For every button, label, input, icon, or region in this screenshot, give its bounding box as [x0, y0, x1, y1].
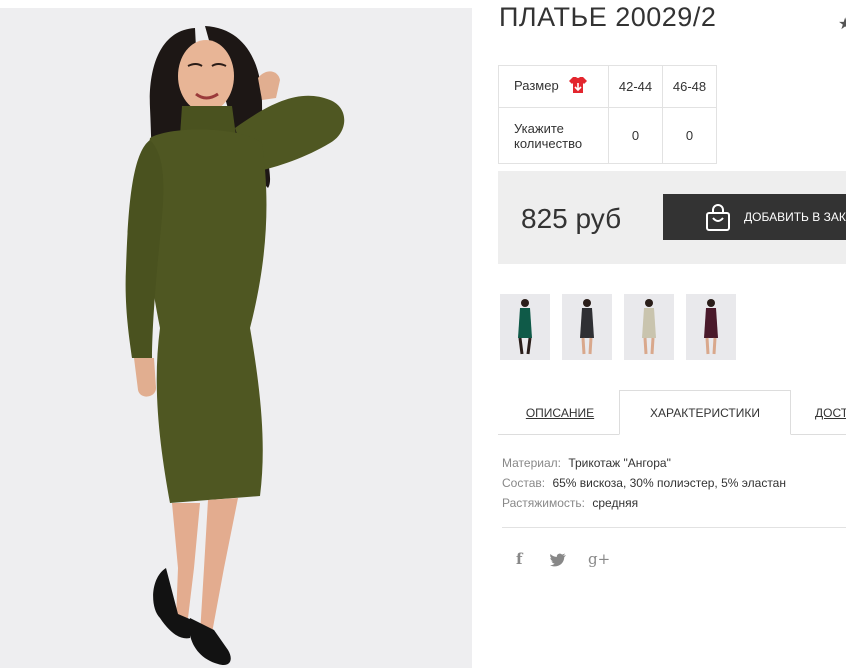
main-product-photo[interactable] — [0, 8, 472, 668]
size-chart-icon[interactable] — [568, 76, 588, 97]
characteristics-list: Материал: Трикотаж "Ангора" Состав: 65% … — [502, 453, 786, 513]
size-table: Размер 42-44 46-48 Укажите количество 0 … — [498, 65, 717, 164]
thumbnail-dress — [580, 308, 594, 338]
spec-row-material: Материал: Трикотаж "Ангора" — [502, 453, 786, 473]
spec-row-composition: Состав: 65% вискоза, 30% полиэстер, 5% э… — [502, 473, 786, 493]
section-divider — [502, 527, 846, 528]
thumbnail-dress — [704, 308, 718, 338]
twitter-icon[interactable] — [550, 553, 567, 567]
spec-row-stretch: Растяжимость: средняя — [502, 493, 786, 513]
thumbnail-dress — [642, 308, 656, 338]
spec-key: Состав: — [502, 476, 546, 490]
facebook-icon[interactable]: f — [516, 550, 522, 568]
quantity-label-cell: Укажите количество — [498, 107, 609, 164]
size-option-42-44: 42-44 — [608, 65, 663, 108]
price-box: 825 руб ДОБАВИТЬ В ЗАКАЗ — [498, 171, 846, 264]
spec-value: Трикотаж "Ангора" — [568, 456, 671, 470]
spec-value: средняя — [592, 496, 639, 510]
price: 825 руб — [521, 203, 622, 234]
add-to-cart-label: ДОБАВИТЬ В ЗАКАЗ — [744, 210, 846, 224]
thumbnail-dress — [518, 308, 532, 338]
spec-value: 65% вискоза, 30% полиэстер, 5% эластан — [552, 476, 786, 490]
shopping-bag-icon — [706, 204, 730, 231]
thumbnail-green[interactable] — [500, 294, 550, 360]
quantity-row: Укажите количество 0 0 — [498, 107, 717, 164]
product-title: ПЛАТЬЕ 20029/2 — [499, 2, 717, 32]
tab-characteristics[interactable]: ХАРАКТЕРИСТИКИ — [619, 390, 791, 435]
thumbnail-beige[interactable] — [624, 294, 674, 360]
spec-key: Растяжимость: — [502, 496, 586, 510]
quantity-label-line1: Укажите — [514, 120, 564, 136]
add-to-cart-button[interactable]: ДОБАВИТЬ В ЗАКАЗ — [663, 194, 846, 240]
tab-description[interactable]: ОПИСАНИЕ — [510, 390, 610, 435]
google-plus-icon[interactable]: g+ — [588, 550, 610, 568]
favorite-star-icon[interactable]: ★ — [838, 14, 846, 34]
spec-key: Материал: — [502, 456, 561, 470]
quantity-label-line2: количество — [514, 135, 583, 151]
size-label: Размер — [514, 77, 559, 93]
thumbnail-burgundy[interactable] — [686, 294, 736, 360]
model-illustration — [125, 26, 345, 666]
product-tabs: ОПИСАНИЕ ХАРАКТЕРИСТИКИ ДОСТ — [498, 390, 846, 435]
quantity-input-42-44[interactable]: 0 — [608, 107, 663, 164]
size-row: Размер 42-44 46-48 — [498, 65, 717, 108]
tab-delivery[interactable]: ДОСТ — [798, 390, 846, 435]
size-option-46-48: 46-48 — [662, 65, 717, 108]
quantity-input-46-48[interactable]: 0 — [662, 107, 717, 164]
thumbnail-dark-grey[interactable] — [562, 294, 612, 360]
size-label-cell: Размер — [498, 65, 609, 108]
